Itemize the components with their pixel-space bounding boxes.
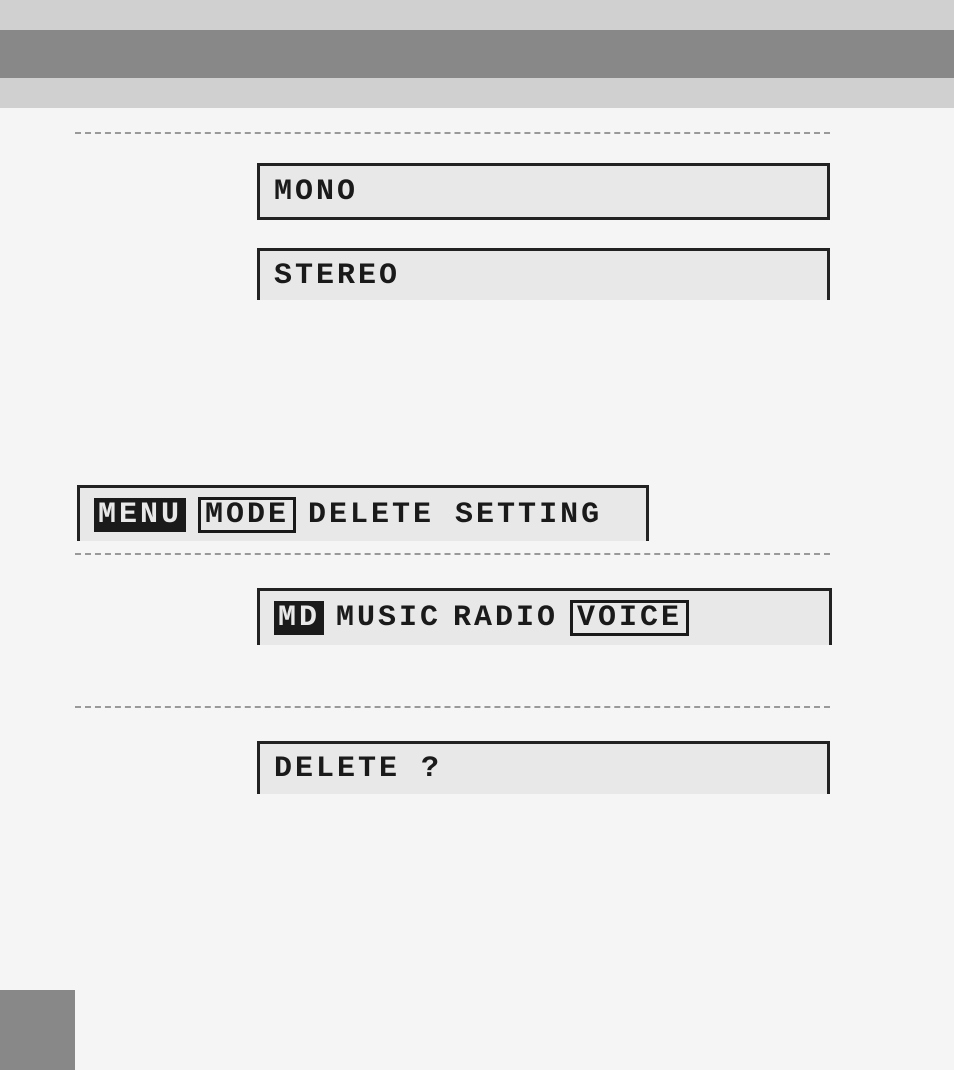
footer-tab: [0, 990, 75, 1070]
mode-voice-label: VOICE: [570, 600, 689, 636]
delete-confirm-row[interactable]: DELETE ?: [257, 741, 830, 794]
mode-music-label: MUSIC: [336, 601, 441, 635]
delete-setting-label: DELETE SETTING: [308, 498, 602, 532]
md-tag-icon: MD: [274, 601, 324, 635]
option-mono-label: MONO: [274, 175, 358, 209]
delete-setting-row[interactable]: MENU MODE DELETE SETTING: [77, 485, 649, 541]
mode-radio-label: RADIO: [453, 601, 558, 635]
divider-3: [75, 706, 830, 708]
option-stereo-label: STEREO: [274, 259, 400, 293]
option-mono[interactable]: MONO: [257, 163, 830, 220]
header-band-dark: [0, 30, 954, 78]
delete-confirm-label: DELETE ?: [274, 752, 442, 786]
option-stereo[interactable]: STEREO: [257, 248, 830, 300]
mode-tag-icon: MODE: [198, 497, 296, 533]
divider-1: [75, 132, 830, 134]
divider-2: [75, 553, 830, 555]
mode-options-row[interactable]: MD MUSIC RADIO VOICE: [257, 588, 832, 645]
menu-tag-icon: MENU: [94, 498, 186, 532]
